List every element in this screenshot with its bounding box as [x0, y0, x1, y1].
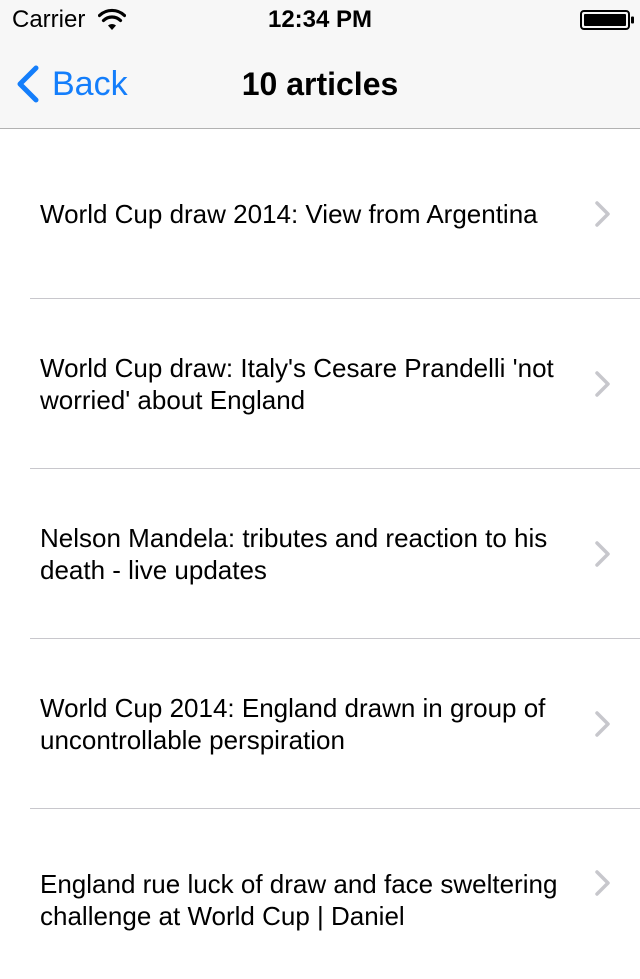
list-item[interactable]: World Cup 2014: England drawn in group o…	[0, 639, 640, 809]
article-list: World Cup draw 2014: View from Argentina…	[0, 129, 640, 979]
article-title: World Cup 2014: England drawn in group o…	[40, 693, 546, 755]
chevron-right-icon	[595, 711, 610, 737]
list-item[interactable]: Nelson Mandela: tributes and reaction to…	[0, 469, 640, 639]
chevron-right-icon	[595, 371, 610, 397]
article-title: Nelson Mandela: tributes and reaction to…	[40, 523, 548, 585]
status-time: 12:34 PM	[267, 6, 373, 33]
status-bar: Carrier 12:34 PM	[0, 0, 640, 40]
chevron-right-icon	[595, 201, 610, 227]
list-item[interactable]: England rue luck of draw and face swelte…	[0, 809, 640, 979]
navigation-bar: Back 10 articles	[0, 40, 640, 129]
chevron-right-icon	[595, 541, 610, 567]
article-title: England rue luck of draw and face swelte…	[40, 869, 558, 931]
list-item[interactable]: World Cup draw 2014: View from Argentina	[0, 129, 640, 299]
article-title: World Cup draw 2014: View from Argentina	[40, 199, 538, 229]
battery-icon	[580, 10, 634, 30]
chevron-right-icon	[595, 870, 610, 896]
article-title: World Cup draw: Italy's Cesare Prandelli…	[40, 353, 554, 415]
list-item[interactable]: World Cup draw: Italy's Cesare Prandelli…	[0, 299, 640, 469]
page-title: 10 articles	[241, 66, 399, 102]
